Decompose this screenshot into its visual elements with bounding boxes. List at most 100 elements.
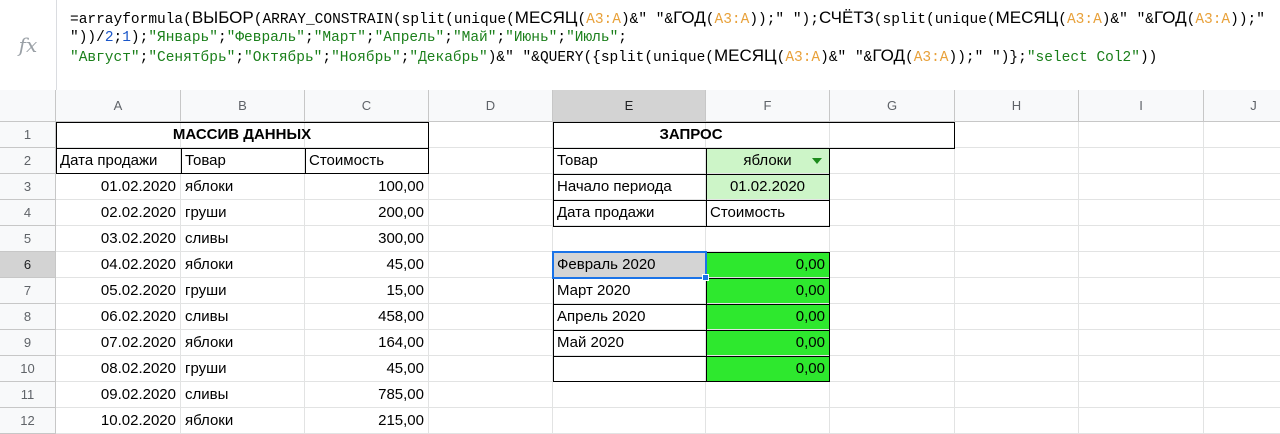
cell[interactable] (706, 408, 830, 434)
cell[interactable] (830, 200, 955, 226)
cell[interactable] (1204, 122, 1280, 148)
sale-date-cell[interactable]: 04.02.2020 (56, 252, 181, 278)
cell[interactable] (1079, 304, 1204, 330)
cell[interactable] (553, 408, 706, 434)
cost-cell[interactable]: 164,00 (305, 330, 429, 356)
sale-date-cell[interactable]: 05.02.2020 (56, 278, 181, 304)
cell[interactable] (1204, 226, 1280, 252)
result-month-cell[interactable] (553, 356, 706, 382)
product-cell[interactable]: яблоки (181, 174, 305, 200)
cell[interactable] (955, 382, 1079, 408)
cell[interactable] (955, 122, 1079, 148)
cell[interactable] (830, 278, 955, 304)
cell[interactable] (830, 148, 955, 174)
cell[interactable] (830, 122, 955, 148)
cell[interactable] (955, 408, 1079, 434)
result-value-cell[interactable]: 0,00 (706, 252, 830, 278)
cell[interactable] (955, 252, 1079, 278)
start-period-label[interactable]: Начало периода (553, 174, 706, 200)
cell[interactable] (830, 252, 955, 278)
cost-header[interactable]: Стоимость (706, 200, 830, 226)
cell[interactable] (429, 174, 553, 200)
row-header-8[interactable]: 8 (0, 304, 56, 330)
sale-date-cell[interactable]: 08.02.2020 (56, 356, 181, 382)
product-label[interactable]: Товар (553, 148, 706, 174)
row-header-2[interactable]: 2 (0, 148, 56, 174)
cell[interactable] (429, 304, 553, 330)
cell[interactable] (1079, 408, 1204, 434)
cell[interactable] (1204, 200, 1280, 226)
cell[interactable] (429, 382, 553, 408)
cell[interactable] (1079, 226, 1204, 252)
cell[interactable] (1079, 382, 1204, 408)
cell[interactable] (1079, 174, 1204, 200)
column-header-i[interactable]: I (1079, 90, 1204, 122)
cell[interactable] (553, 382, 706, 408)
column-header-e[interactable]: E (553, 90, 706, 122)
cell[interactable] (429, 200, 553, 226)
column-header-f[interactable]: F (706, 90, 830, 122)
result-month-cell[interactable]: Май 2020 (553, 330, 706, 356)
cell[interactable] (955, 356, 1079, 382)
cell[interactable] (955, 148, 1079, 174)
cell[interactable] (429, 148, 553, 174)
product-cell[interactable]: груши (181, 200, 305, 226)
cell[interactable] (1079, 252, 1204, 278)
dataset-header[interactable]: Дата продажи (56, 148, 181, 174)
cell[interactable] (955, 330, 1079, 356)
cost-cell[interactable]: 300,00 (305, 226, 429, 252)
column-header-b[interactable]: B (181, 90, 305, 122)
date-header[interactable]: Дата продажи (553, 200, 706, 226)
cell[interactable] (429, 278, 553, 304)
cell[interactable] (1204, 278, 1280, 304)
cell[interactable] (1204, 174, 1280, 200)
cell[interactable] (553, 226, 706, 252)
row-header-7[interactable]: 7 (0, 278, 56, 304)
product-cell[interactable]: яблоки (181, 252, 305, 278)
start-period-value[interactable]: 01.02.2020 (706, 174, 830, 200)
cell[interactable] (955, 174, 1079, 200)
cell[interactable] (1204, 304, 1280, 330)
cell[interactable] (830, 356, 955, 382)
result-value-cell[interactable]: 0,00 (706, 330, 830, 356)
fill-handle[interactable] (702, 274, 709, 281)
column-header-a[interactable]: A (56, 90, 181, 122)
cell[interactable] (830, 304, 955, 330)
row-header-4[interactable]: 4 (0, 200, 56, 226)
column-header-g[interactable]: G (830, 90, 955, 122)
product-cell[interactable]: яблоки (181, 408, 305, 434)
product-cell[interactable]: груши (181, 356, 305, 382)
cost-cell[interactable]: 458,00 (305, 304, 429, 330)
column-header-d[interactable]: D (429, 90, 553, 122)
cell[interactable] (955, 304, 1079, 330)
formula-bar[interactable]: fx =arrayformula(ВЫБОР(ARRAY_CONSTRAIN(s… (0, 0, 1280, 91)
sale-date-cell[interactable]: 03.02.2020 (56, 226, 181, 252)
result-value-cell[interactable]: 0,00 (706, 278, 830, 304)
cost-cell[interactable]: 200,00 (305, 200, 429, 226)
dataset-header[interactable]: Стоимость (305, 148, 429, 174)
cell[interactable] (955, 226, 1079, 252)
sale-date-cell[interactable]: 06.02.2020 (56, 304, 181, 330)
sale-date-cell[interactable]: 07.02.2020 (56, 330, 181, 356)
cost-cell[interactable]: 45,00 (305, 356, 429, 382)
cell[interactable] (429, 226, 553, 252)
cell[interactable] (955, 278, 1079, 304)
row-header-11[interactable]: 11 (0, 382, 56, 408)
select-all-corner[interactable] (0, 90, 56, 122)
cell[interactable] (429, 252, 553, 278)
product-cell[interactable]: груши (181, 278, 305, 304)
row-header-3[interactable]: 3 (0, 174, 56, 200)
cell[interactable] (706, 226, 830, 252)
cell[interactable] (955, 200, 1079, 226)
cost-cell[interactable]: 45,00 (305, 252, 429, 278)
cell[interactable] (706, 382, 830, 408)
dataset-header[interactable]: Товар (181, 148, 305, 174)
cost-cell[interactable]: 15,00 (305, 278, 429, 304)
cell[interactable] (1204, 382, 1280, 408)
cell[interactable] (830, 226, 955, 252)
cell[interactable] (1079, 356, 1204, 382)
cell[interactable] (1079, 148, 1204, 174)
row-header-1[interactable]: 1 (0, 122, 56, 148)
formula-text[interactable]: =arrayformula(ВЫБОР(ARRAY_CONSTRAIN(spli… (70, 9, 1270, 67)
sale-date-cell[interactable]: 02.02.2020 (56, 200, 181, 226)
